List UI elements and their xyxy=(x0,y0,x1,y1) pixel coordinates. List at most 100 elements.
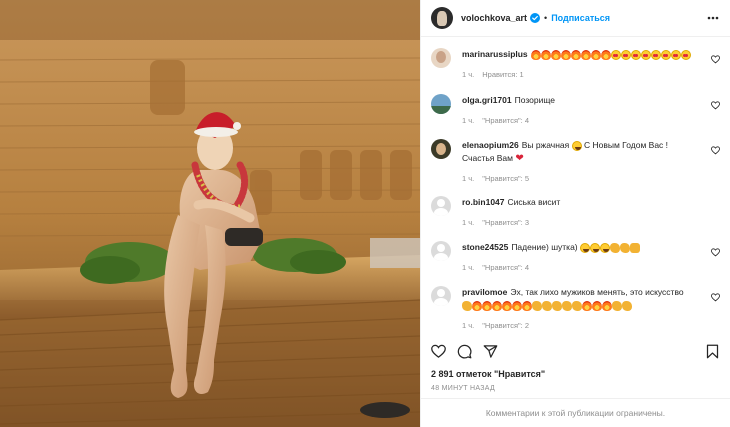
fire-emoji-icon xyxy=(502,300,512,311)
clap-emoji-icon xyxy=(612,300,622,311)
like-comment-heart-icon[interactable] xyxy=(711,248,720,257)
author-avatar[interactable] xyxy=(431,7,453,29)
fire-emoji-icon xyxy=(570,49,581,60)
fire-emoji-icon xyxy=(472,300,482,311)
fire-emoji-icon xyxy=(592,300,602,311)
clap-emoji-icon xyxy=(572,300,582,311)
comment-likes[interactable]: "Нравится": 4 xyxy=(482,116,529,125)
fire-emoji-icon xyxy=(530,49,541,60)
face-emoji-icon xyxy=(640,49,651,60)
comment-emojis xyxy=(571,140,582,151)
separator-dot: • xyxy=(544,13,548,23)
comment-emojis xyxy=(530,49,691,60)
comment-text: Позорище xyxy=(514,95,555,105)
commenter-username[interactable]: marinarussiplus xyxy=(462,49,528,59)
heart-emoji-icon xyxy=(515,152,525,165)
commenter-avatar-default[interactable] xyxy=(431,286,451,306)
comments-restricted-notice: Комментарии к этой публикации ограничены… xyxy=(421,398,730,427)
fire-emoji-icon xyxy=(590,49,601,60)
more-options-icon[interactable] xyxy=(706,11,720,25)
comment-emojis-end xyxy=(515,152,525,165)
comment-body: olga.gri1701 Позорище 1 ч. "Нравится": 4 xyxy=(462,94,702,127)
comment-body: elenaopium26 Вы ржачная С Новым Годом Вас… xyxy=(462,139,702,185)
laugh-emoji-icon xyxy=(590,242,600,253)
face-emoji-icon xyxy=(620,49,631,60)
verified-badge-icon xyxy=(530,13,541,23)
like-heart-icon[interactable] xyxy=(431,344,446,359)
comment-meta: 1 ч. "Нравится": 2 xyxy=(462,319,702,332)
comment-meta: 1 ч. "Нравится": 3 xyxy=(462,216,702,229)
laugh-emoji-icon xyxy=(571,140,582,151)
comment-bubble-icon[interactable] xyxy=(457,344,472,359)
post-timestamp[interactable]: 48 МИНУТ НАЗАД xyxy=(431,385,495,392)
comment-item: elenaopium26 Вы ржачная С Новым Годом Вас… xyxy=(431,139,724,185)
fire-emoji-icon xyxy=(522,300,532,311)
comment-time[interactable]: 1 ч. xyxy=(462,321,474,330)
comment-time[interactable]: 1 ч. xyxy=(462,174,474,183)
laugh-emoji-icon xyxy=(600,242,610,253)
like-comment-heart-icon[interactable] xyxy=(711,55,720,64)
clap-emoji-icon xyxy=(622,300,632,311)
face-emoji-icon xyxy=(630,49,641,60)
sauna-photo-illustration xyxy=(0,0,420,427)
commenter-username[interactable]: ro.bin1047 xyxy=(462,197,505,207)
likes-count[interactable]: 2 891 отметок "Нравится" xyxy=(431,369,545,379)
share-paper-plane-icon[interactable] xyxy=(483,344,498,359)
comment-time[interactable]: 1 ч. xyxy=(462,116,474,125)
commenter-avatar-default[interactable] xyxy=(431,241,451,261)
commenter-username[interactable]: stone24525 xyxy=(462,242,508,252)
face-emoji-icon xyxy=(650,49,661,60)
hands-emoji-icon xyxy=(630,242,640,253)
comment-meta: 1 ч. "Нравится": 5 xyxy=(462,172,702,185)
clap-emoji-icon xyxy=(532,300,542,311)
comment-item: stone24525 Падение) шутка) 1 ч. "Нравится"… xyxy=(431,241,724,274)
fire-emoji-icon xyxy=(580,49,591,60)
commenter-avatar[interactable] xyxy=(431,48,451,68)
fire-emoji-icon xyxy=(560,49,571,60)
clap-emoji-icon xyxy=(562,300,572,311)
comment-body: ro.bin1047 Сиська висит 1 ч. "Нравится": 3 xyxy=(462,196,702,229)
like-comment-heart-icon[interactable] xyxy=(711,101,720,110)
comment-likes[interactable]: "Нравится": 2 xyxy=(482,321,529,330)
comments-list: marinarussiplus 1 ч. Нравится: 1 olga.gri… xyxy=(421,38,730,338)
comment-likes[interactable]: Нравится: 1 xyxy=(482,70,523,79)
comment-time[interactable]: 1 ч. xyxy=(462,263,474,272)
commenter-username[interactable]: pravilomoe xyxy=(462,287,507,297)
face-emoji-icon xyxy=(610,49,621,60)
comment-text: Вы ржачная xyxy=(521,140,570,150)
like-comment-heart-icon[interactable] xyxy=(711,146,720,155)
comment-body: marinarussiplus 1 ч. Нравится: 1 xyxy=(462,48,702,81)
face-emoji-icon xyxy=(660,49,671,60)
commenter-avatar[interactable] xyxy=(431,139,451,159)
clap-emoji-icon xyxy=(620,242,630,253)
comment-likes[interactable]: "Нравится": 3 xyxy=(482,218,529,227)
comment-time[interactable]: 1 ч. xyxy=(462,218,474,227)
post-photo[interactable] xyxy=(0,0,420,427)
commenter-username[interactable]: olga.gri1701 xyxy=(462,95,512,105)
comment-emojis xyxy=(462,300,632,311)
comment-meta: 1 ч. Нравится: 1 xyxy=(462,68,702,81)
comment-item: marinarussiplus 1 ч. Нравится: 1 xyxy=(431,48,724,81)
commenter-avatar-default[interactable] xyxy=(431,196,451,216)
comment-emojis xyxy=(580,242,640,253)
comment-text: Падение) шутка) xyxy=(511,242,578,252)
fire-emoji-icon xyxy=(582,300,592,311)
comment-text: Эх, так лихо мужиков менять, это искусст… xyxy=(510,287,684,297)
fire-emoji-icon xyxy=(492,300,502,311)
commenter-avatar[interactable] xyxy=(431,94,451,114)
commenter-username[interactable]: elenaopium26 xyxy=(462,140,519,150)
follow-button[interactable]: Подписаться xyxy=(551,13,610,23)
comment-meta: 1 ч. "Нравится": 4 xyxy=(462,261,702,274)
clap-emoji-icon xyxy=(610,242,620,253)
comment-likes[interactable]: "Нравится": 4 xyxy=(482,263,529,272)
comment-item: olga.gri1701 Позорище 1 ч. "Нравится": 4 xyxy=(431,94,724,127)
like-comment-heart-icon[interactable] xyxy=(711,293,720,302)
author-username[interactable]: volochkova_art xyxy=(461,13,527,23)
comment-text: Сиська висит xyxy=(507,197,561,207)
comment-likes[interactable]: "Нравится": 5 xyxy=(482,174,529,183)
instagram-post: volochkova_art • Подписаться marinarussi… xyxy=(0,0,730,427)
save-bookmark-icon[interactable] xyxy=(705,344,720,359)
face-emoji-icon xyxy=(670,49,681,60)
comment-time[interactable]: 1 ч. xyxy=(462,70,474,79)
comment-body: stone24525 Падение) шутка) 1 ч. "Нравится"… xyxy=(462,241,702,274)
